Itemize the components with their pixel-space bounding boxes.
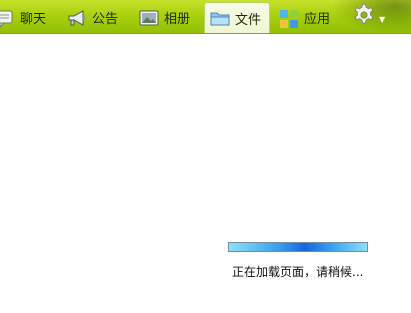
tab-files-label: 文件 xyxy=(235,12,262,28)
tab-chat[interactable]: 聊天 xyxy=(0,2,52,33)
photo-album-icon xyxy=(138,7,160,29)
chat-icon xyxy=(0,7,16,29)
tab-apps-label: 应用 xyxy=(304,12,331,27)
tab-album[interactable]: 相册 xyxy=(138,2,200,33)
tab-notice-label: 公告 xyxy=(92,12,119,27)
settings-menu-button[interactable]: ▼ xyxy=(352,3,388,31)
tab-chat-label: 聊天 xyxy=(20,12,47,27)
folder-icon xyxy=(209,7,231,29)
megaphone-icon xyxy=(66,7,88,29)
loading-progress-bar xyxy=(228,242,368,252)
loading-message: 正在加载页面，请稍候... xyxy=(232,265,364,279)
tab-apps[interactable]: 应用 xyxy=(278,2,340,33)
tab-files[interactable]: 文件 xyxy=(204,2,270,33)
chevron-down-icon: ▼ xyxy=(379,14,386,24)
gear-icon xyxy=(352,3,376,31)
loading-progress-fill xyxy=(229,243,367,251)
apps-grid-icon xyxy=(278,7,300,29)
tab-album-label: 相册 xyxy=(164,12,191,27)
tab-notice[interactable]: 公告 xyxy=(66,2,128,33)
group-toolbar: 聊天 公告 相册 文件 应用 ▼ xyxy=(0,0,411,34)
